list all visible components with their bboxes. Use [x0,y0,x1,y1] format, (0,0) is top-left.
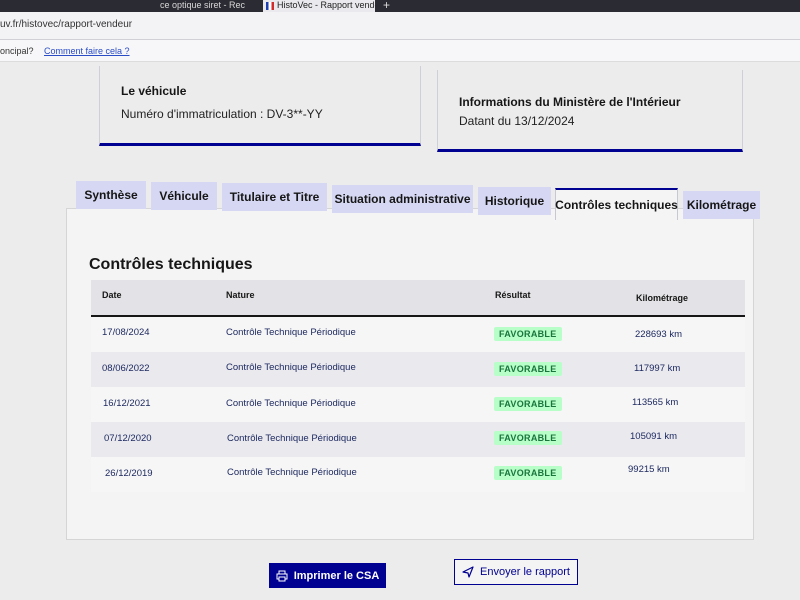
cell-date: 16/12/2021 [103,398,151,409]
status-badge: FAVORABLE [494,397,562,411]
bookmark-link[interactable]: Comment faire cela ? [44,46,130,56]
browser-tab-active[interactable]: HistoVec - Rapport vende [263,0,375,12]
send-report-label: Envoyer le rapport [480,566,570,578]
cell-nature: Contrôle Technique Périodique [226,362,356,373]
cell-date: 08/06/2022 [102,363,150,374]
cell-kilometrage: 117997 km [634,363,681,374]
bookmark-item[interactable]: oncipal? [0,46,34,56]
vehicle-info-box [99,66,421,146]
section-title: Contrôles techniques [89,256,253,273]
tab-historique[interactable]: Historique [478,187,551,215]
cell-kilometrage: 99215 km [628,464,670,475]
table-row: 16/12/2021 Contrôle Technique Périodique… [91,387,745,422]
tab-synthese[interactable]: Synthèse [76,181,146,209]
browser-tab[interactable]: ce optique siret - Rec [160,0,258,12]
url-text[interactable]: uv.fr/histovec/rapport-vendeur [0,19,132,30]
status-badge: FAVORABLE [494,327,562,341]
cell-kilometrage: 228693 km [635,329,683,340]
address-bar[interactable]: uv.fr/histovec/rapport-vendeur [0,12,800,40]
ministry-info-box [437,70,743,152]
header-date: Date [102,290,122,300]
plate-number: Numéro d'immatriculation : DV-3**-YY [121,107,323,121]
status-badge: FAVORABLE [494,362,562,376]
cell-nature: Contrôle Technique Périodique [226,398,356,409]
send-icon [462,566,474,578]
cell-nature: Contrôle Technique Périodique [227,433,357,444]
vehicle-title: Le véhicule [121,84,187,98]
tab-controles-techniques[interactable]: Contrôles techniques [555,188,678,220]
tab-vehicule[interactable]: Véhicule [151,182,217,210]
new-tab-button[interactable]: + [383,0,390,12]
tab-situation-administrative[interactable]: Situation administrative [332,185,473,213]
cell-nature: Contrôle Technique Périodique [226,327,356,338]
table-row: 08/06/2022 Contrôle Technique Périodique… [91,352,745,387]
header-nature: Nature [226,290,255,300]
header-resultat: Résultat [495,290,531,300]
cell-date: 17/08/2024 [102,327,150,338]
print-csa-label: Imprimer le CSA [293,569,380,582]
table-row: 26/12/2019 Contrôle Technique Périodique… [91,457,745,492]
table-row: 07/12/2020 Contrôle Technique Périodique… [91,422,745,457]
cell-date: 26/12/2019 [105,468,153,479]
table-row: 17/08/2024 Contrôle Technique Périodique… [91,317,745,352]
browser-tab-strip: ce optique siret - Rec HistoVec - Rappor… [0,0,800,12]
table-header: Date Nature Résultat Kilométrage [91,280,745,317]
status-badge: FAVORABLE [494,431,562,445]
cell-kilometrage: 113565 km [632,397,679,408]
browser-tab-label: ce optique siret - Rec [160,0,246,10]
tab-titulaire[interactable]: Titulaire et Titre [222,183,327,211]
status-badge: FAVORABLE [494,466,562,480]
browser-tab-label: HistoVec - Rapport vende [277,0,375,10]
bookmarks-bar: oncipal? Comment faire cela ? [0,40,800,62]
header-kilometrage: Kilométrage [636,293,689,303]
printer-icon [276,570,288,581]
flag-icon [266,2,274,10]
print-csa-button[interactable]: Imprimer le CSA [269,563,386,588]
tab-kilometrage[interactable]: Kilométrage [683,191,760,219]
cell-nature: Contrôle Technique Périodique [227,467,357,478]
ministry-title: Informations du Ministère de l'Intérieur [459,95,681,109]
send-report-button[interactable]: Envoyer le rapport [454,559,578,585]
cell-date: 07/12/2020 [104,433,152,444]
cell-kilometrage: 105091 km [630,431,678,442]
ministry-date: Datant du 13/12/2024 [459,114,575,128]
